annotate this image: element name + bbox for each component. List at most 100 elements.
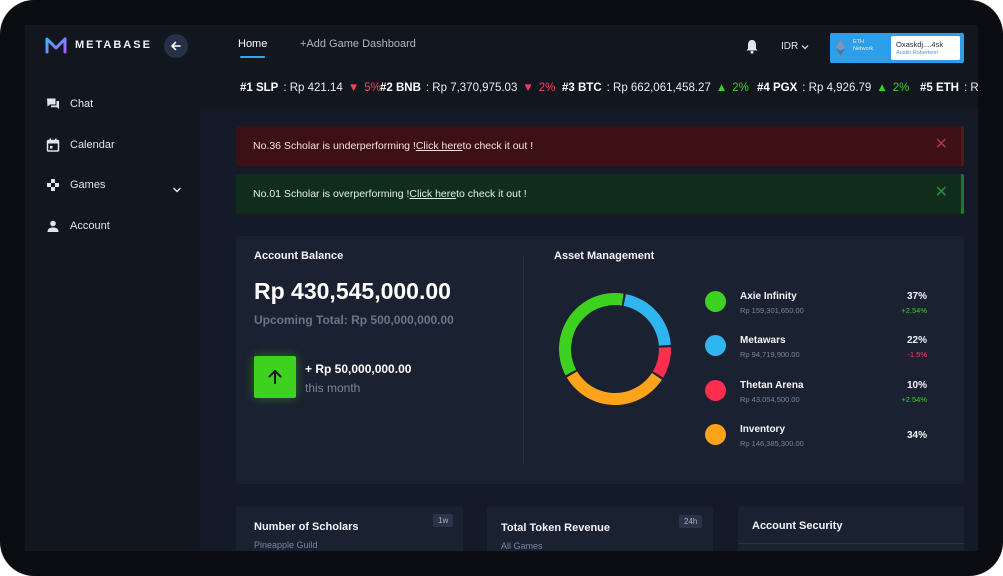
brand-name: METABASE	[75, 39, 152, 51]
ticker-item[interactable]: #2 BNB : Rp 7,370,975.03 ▼ 2%	[380, 82, 555, 94]
currency-select[interactable]: IDR	[781, 41, 809, 52]
wallet-user-name: Austin Robertson	[896, 50, 939, 56]
asset-donut-chart	[559, 293, 671, 405]
asset-row-metawars[interactable]: Metawars Rp 94,719,900.00 22% -1.5%	[705, 331, 927, 361]
calendar-icon	[46, 138, 60, 152]
period-badge[interactable]: 24h	[679, 515, 703, 528]
asset-value: Rp 146,385,300.00	[740, 439, 804, 448]
asset-percent: 37%	[906, 291, 927, 302]
scholars-title: Number of Scholars	[254, 521, 359, 533]
sidebar: Chat Calendar Games Account	[25, 71, 200, 551]
donut-slice-axie-infinity	[559, 293, 624, 376]
metabase-logo-icon	[45, 37, 67, 54]
wallet-account-box[interactable]: Oxaskdj....4sk Austin Robertson	[891, 36, 960, 60]
triangle-up-icon: ▲	[715, 82, 728, 94]
alert-link[interactable]: Click here	[416, 140, 463, 152]
ticker-symbol: #5 ETH	[920, 82, 959, 94]
asset-percent: 22%	[906, 335, 927, 346]
ticker-price: : Rp 4,926.79	[802, 82, 872, 94]
alert-underperforming: No.36 Scholar is underperforming ! Click…	[236, 126, 964, 166]
legend-dot	[705, 380, 726, 401]
legend-dot	[705, 291, 726, 312]
legend-dot	[705, 424, 726, 445]
asset-value: Rp 159,301,650.00	[740, 306, 804, 315]
arrow-left-icon	[171, 41, 181, 51]
tab-home[interactable]: Home	[238, 38, 267, 58]
alert-overperforming: No.01 Scholar is overperforming ! Click …	[236, 174, 964, 214]
asset-change: +2.54%	[901, 395, 927, 404]
asset-value: Rp 43,054,500.00	[740, 395, 800, 404]
chevron-down-icon	[801, 44, 809, 49]
collapse-sidebar-button[interactable]	[164, 34, 188, 58]
logo[interactable]: METABASE	[45, 36, 152, 54]
ticker-item[interactable]: #3 BTC : Rp 662,061,458.27 ▲ 2%	[562, 82, 749, 94]
price-ticker: #1 SLP : Rp 421.14 ▼ 5% #2 BNB : Rp 7,37…	[200, 71, 978, 108]
sidebar-item-account[interactable]: Account	[46, 219, 110, 233]
asset-name: Thetan Arena	[740, 380, 804, 391]
gamepad-icon	[47, 179, 59, 191]
ticker-symbol: #4 PGX	[757, 82, 798, 94]
ticker-change: 5%	[364, 82, 381, 94]
account-balance-title: Account Balance	[254, 250, 344, 262]
alert-text: to check it out !	[462, 140, 534, 152]
asset-row-inventory[interactable]: Inventory Rp 146,385,300.00 34%	[705, 420, 927, 450]
revenue-subtitle: All Games	[501, 541, 543, 551]
device-frame: METABASE Home +Add Game Dashboard IDR ET…	[0, 0, 1003, 576]
asset-row-thetan[interactable]: Thetan Arena Rp 43,054,500.00 10% +2.54%	[705, 376, 927, 406]
arrow-up-icon	[268, 370, 282, 384]
ticker-item[interactable]: #5 ETH : Rp	[920, 82, 978, 94]
revenue-card[interactable]: Total Token Revenue All Games 24h	[487, 506, 713, 551]
ticker-price: : Rp	[964, 82, 978, 94]
donut-slice-thetan-arena	[652, 347, 671, 378]
ticker-change: 2%	[732, 82, 749, 94]
sidebar-item-label: Chat	[70, 98, 94, 110]
triangle-down-icon: ▼	[347, 82, 360, 94]
bell-icon[interactable]	[745, 39, 759, 54]
security-card[interactable]: Account Security	[738, 506, 964, 551]
asset-change: +2.54%	[901, 306, 927, 315]
sidebar-item-chat[interactable]: Chat	[46, 97, 93, 111]
ticker-price: : Rp 7,370,975.03	[425, 82, 518, 94]
ticker-item[interactable]: #4 PGX : Rp 4,926.79 ▲ 2%	[757, 82, 909, 94]
triangle-up-icon: ▲	[876, 82, 888, 94]
ticker-item[interactable]: #1 SLP : Rp 421.14 ▼ 5%	[240, 82, 381, 94]
asset-percent: 10%	[906, 380, 927, 391]
donut-slice-inventory	[566, 371, 662, 405]
scholars-card[interactable]: Number of Scholars Pineapple Guild 1w	[236, 506, 463, 551]
close-icon[interactable]: ✕	[935, 185, 948, 201]
close-icon[interactable]: ✕	[935, 137, 948, 153]
alert-text: No.01 Scholar is overperforming !	[253, 188, 410, 200]
chat-icon	[47, 98, 59, 109]
wallet-widget[interactable]: ETH Network Oxaskdj....4sk Austin Robert…	[830, 33, 964, 63]
period-badge[interactable]: 1w	[433, 514, 454, 527]
balance-card: Account Balance Rp 430,545,000.00 Upcomi…	[236, 236, 964, 484]
asset-row-axie[interactable]: Axie Infinity Rp 159,301,650.00 37% +2.5…	[705, 287, 927, 317]
tab-add-game-dashboard[interactable]: +Add Game Dashboard	[300, 38, 416, 50]
wallet-network: ETH Network	[853, 39, 873, 53]
sidebar-item-games[interactable]: Games	[46, 178, 105, 192]
asset-management-title: Asset Management	[554, 250, 655, 262]
sidebar-item-calendar[interactable]: Calendar	[46, 138, 115, 152]
asset-name: Metawars	[740, 335, 786, 346]
ticker-change: 2%	[892, 82, 910, 94]
chevron-down-icon[interactable]	[172, 185, 182, 195]
legend-dot	[705, 335, 726, 356]
sidebar-item-label: Games	[70, 179, 106, 191]
currency-value: IDR	[781, 41, 799, 52]
asset-change: -1.5%	[907, 350, 927, 359]
scholars-subtitle: Pineapple Guild	[254, 540, 318, 550]
triangle-down-icon: ▼	[522, 82, 534, 94]
app-screen: METABASE Home +Add Game Dashboard IDR ET…	[25, 25, 978, 551]
ticker-price: : Rp 421.14	[283, 82, 343, 94]
increase-period: this month	[305, 381, 361, 395]
sidebar-item-label: Account	[70, 220, 110, 232]
card-divider	[523, 256, 524, 464]
ticker-symbol: #3 BTC	[562, 82, 602, 94]
top-bar: METABASE Home +Add Game Dashboard IDR ET…	[25, 25, 978, 71]
alert-link[interactable]: Click here	[409, 188, 456, 200]
increase-amount: + Rp 50,000,000.00	[305, 362, 412, 376]
ticker-symbol: #2 BNB	[380, 82, 421, 94]
alert-text: to check it out !	[456, 188, 527, 200]
wallet-network-name: ETH	[853, 39, 864, 45]
ticker-symbol: #1 SLP	[240, 82, 279, 94]
